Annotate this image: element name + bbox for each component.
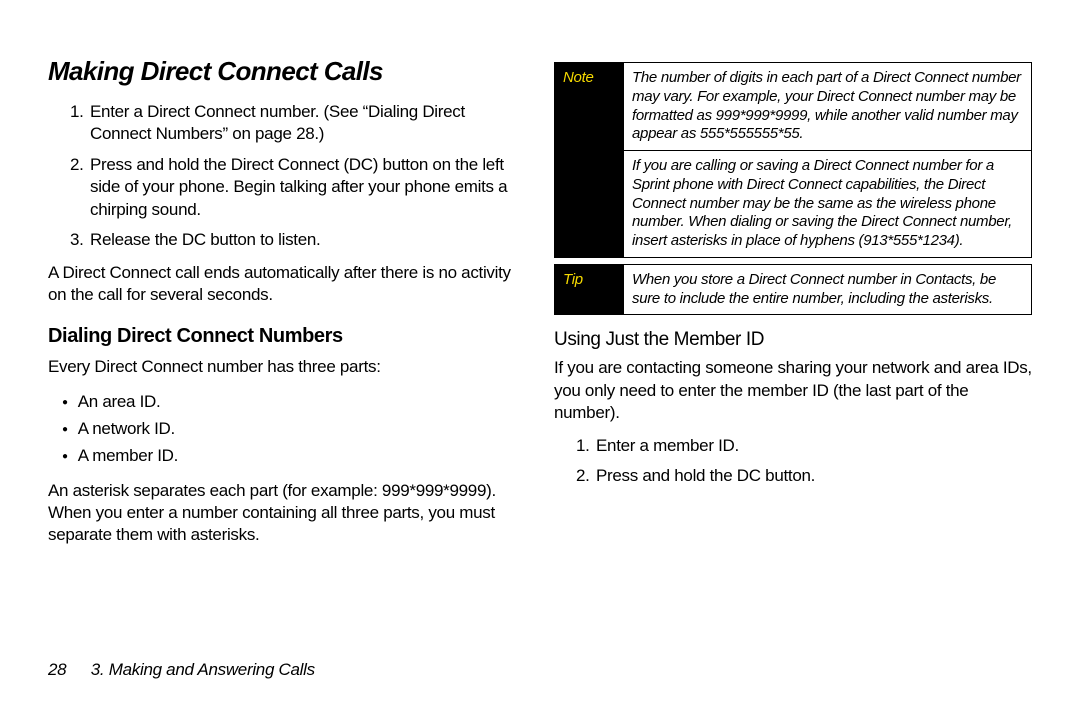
subheading-dialing: Dialing Direct Connect Numbers — [48, 325, 526, 348]
left-column: Making Direct Connect Calls Enter a Dire… — [48, 56, 526, 680]
member-steps-list: Enter a member ID. Press and hold the DC… — [554, 435, 1032, 488]
list-item: Enter a member ID. — [594, 435, 1032, 457]
body-text: Every Direct Connect number has three pa… — [48, 356, 526, 378]
list-item: Press and hold the Direct Connect (DC) b… — [88, 154, 526, 221]
list-item: A member ID. — [62, 442, 526, 469]
note-body: If you are calling or saving a Direct Co… — [624, 151, 1032, 258]
page-title: Making Direct Connect Calls — [48, 56, 526, 87]
body-text: A Direct Connect call ends automatically… — [48, 262, 526, 307]
list-item: A network ID. — [62, 415, 526, 442]
page-number: 28 — [48, 660, 66, 679]
manual-page: Making Direct Connect Calls Enter a Dire… — [0, 0, 1080, 720]
note-label: Note — [555, 63, 624, 258]
list-item: Enter a Direct Connect number. (See “Dia… — [88, 101, 526, 146]
right-column: Note The number of digits in each part o… — [554, 56, 1032, 680]
note-body: The number of digits in each part of a D… — [624, 63, 1032, 151]
tip-label: Tip — [555, 264, 624, 315]
chapter-title: 3. Making and Answering Calls — [91, 660, 315, 679]
list-item: Release the DC button to listen. — [88, 229, 526, 251]
list-item: Press and hold the DC button. — [594, 465, 1032, 487]
body-text: An asterisk separates each part (for exa… — [48, 480, 526, 547]
main-steps-list: Enter a Direct Connect number. (See “Dia… — [48, 101, 526, 252]
note-callout: Note The number of digits in each part o… — [554, 62, 1032, 258]
list-item: An area ID. — [62, 388, 526, 415]
bullet-list: An area ID. A network ID. A member ID. — [48, 388, 526, 470]
subheading-member-id: Using Just the Member ID — [554, 329, 1032, 351]
tip-callout: Tip When you store a Direct Connect numb… — [554, 264, 1032, 316]
page-footer: 28 3. Making and Answering Calls — [48, 660, 315, 680]
body-text: If you are contacting someone sharing yo… — [554, 357, 1032, 424]
tip-body: When you store a Direct Connect number i… — [624, 264, 1032, 315]
